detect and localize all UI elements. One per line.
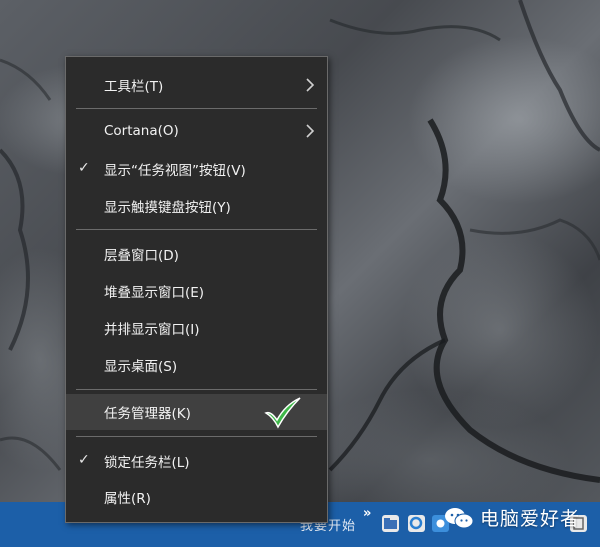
green-checkmark-icon (264, 397, 301, 429)
search-app-icon[interactable] (408, 515, 425, 532)
menu-separator (76, 108, 317, 109)
menu-item-label: 锁定任务栏(L) (104, 455, 190, 471)
menu-item-label: 堆叠显示窗口(E) (104, 285, 205, 301)
watermark: 电脑爱好者 (444, 504, 580, 531)
menu-item-label: 任务管理器(K) (104, 406, 191, 422)
menu-item-label: 并排显示窗口(I) (104, 322, 200, 338)
menu-item-show-touch-keyboard[interactable]: 显示触摸键盘按钮(Y) (66, 188, 327, 224)
wechat-icon (444, 506, 474, 530)
menu-item-label: 属性(R) (104, 491, 151, 507)
menu-item-label: 显示触摸键盘按钮(Y) (104, 200, 231, 216)
menu-separator (76, 436, 317, 437)
menu-item-label: 工具栏(T) (104, 79, 164, 95)
checkmark-icon: ✓ (78, 452, 90, 468)
chevron-right-icon (306, 78, 315, 92)
watermark-text: 电脑爱好者 (480, 508, 581, 530)
menu-item-stacked[interactable]: 堆叠显示窗口(E) (66, 273, 327, 309)
menu-item-label: 显示“任务视图”按钮(V) (104, 163, 246, 179)
menu-item-show-task-view[interactable]: ✓ 显示“任务视图”按钮(V) (66, 151, 327, 187)
chevron-right-icon (306, 124, 315, 138)
taskbar-context-menu: 工具栏(T) Cortana(O) ✓ 显示“任务视图”按钮(V) 显示触摸键盘… (65, 56, 328, 523)
menu-item-cascade[interactable]: 层叠窗口(D) (66, 236, 327, 272)
menu-item-toolbars[interactable]: 工具栏(T) (66, 67, 327, 103)
menu-item-label: 显示桌面(S) (104, 359, 178, 375)
menu-item-show-desktop[interactable]: 显示桌面(S) (66, 347, 327, 383)
checkmark-icon: ✓ (78, 160, 90, 176)
folder-icon[interactable] (382, 515, 399, 532)
menu-item-label: 层叠窗口(D) (104, 248, 179, 264)
menu-item-lock-taskbar[interactable]: ✓ 锁定任务栏(L) (66, 443, 327, 479)
taskbar-overflow-icon[interactable]: » (363, 506, 371, 521)
menu-item-cortana[interactable]: Cortana(O) (66, 113, 327, 149)
menu-item-label: Cortana(O) (104, 123, 179, 139)
menu-separator (76, 229, 317, 230)
menu-item-task-manager[interactable]: 任务管理器(K) (66, 394, 327, 430)
menu-item-properties[interactable]: 属性(R) (66, 479, 327, 515)
menu-item-side-by-side[interactable]: 并排显示窗口(I) (66, 310, 327, 346)
menu-separator (76, 389, 317, 390)
